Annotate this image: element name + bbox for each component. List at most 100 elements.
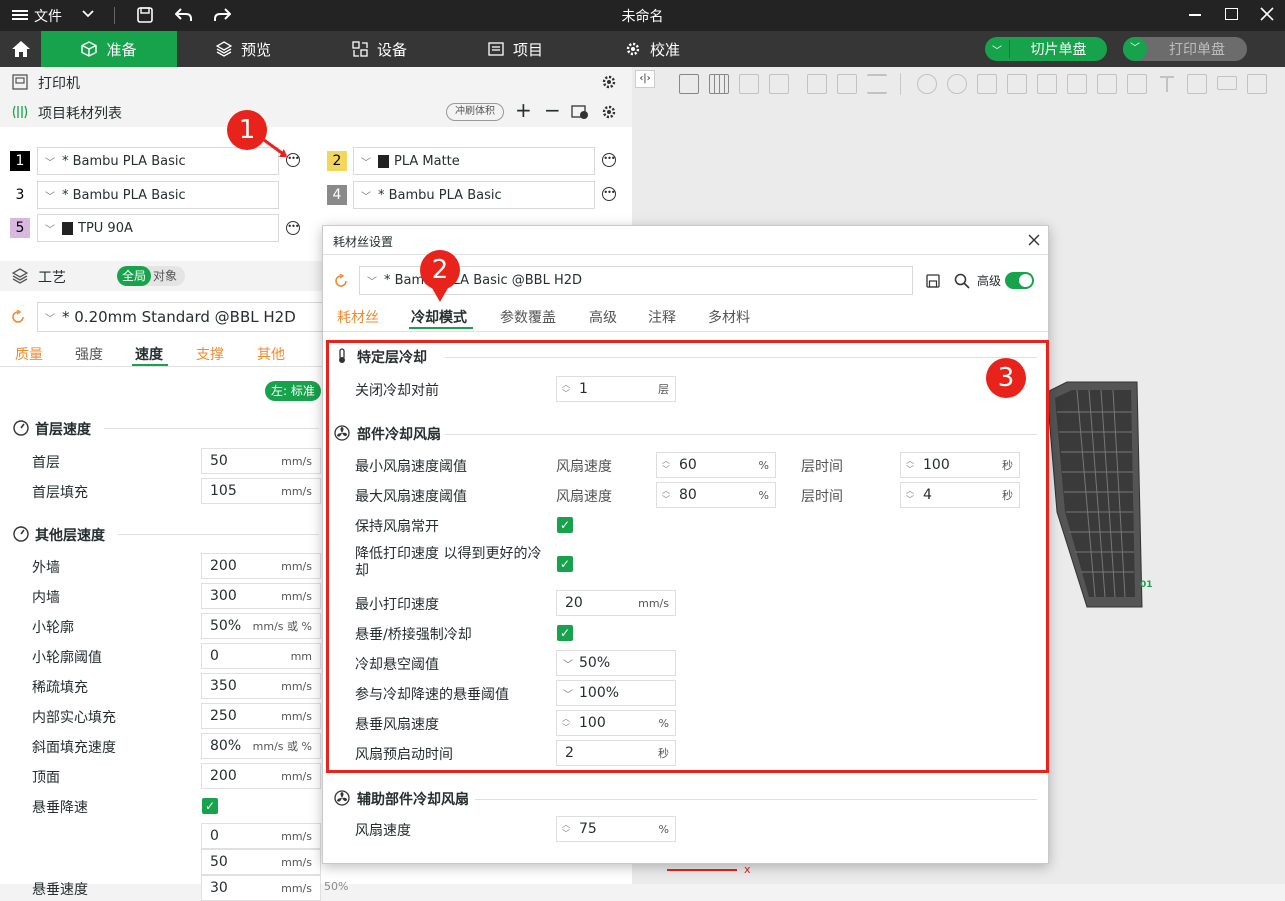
file-menu[interactable]: 文件 <box>34 6 62 26</box>
tab-cooling[interactable]: 冷却模式 <box>411 307 467 327</box>
tab-device[interactable]: 设备 <box>352 31 407 67</box>
slice-plate-button[interactable]: ﹀ 切片单盘 <box>985 37 1107 61</box>
tab-setting-overrides[interactable]: 参数覆盖 <box>500 307 556 327</box>
advanced-toggle[interactable] <box>1005 272 1034 289</box>
min-print-speed-input[interactable]: 20 mm/s <box>556 590 676 616</box>
object-toggle[interactable]: 对象 <box>153 266 177 286</box>
close-icon[interactable] <box>1260 7 1274 21</box>
search-icon[interactable] <box>954 273 970 289</box>
remove-icon[interactable]: − <box>544 98 561 122</box>
rotate-icon[interactable] <box>947 74 967 94</box>
chevron-down-icon[interactable] <box>82 9 94 19</box>
print-plate-button[interactable]: ﹀ 打印单盘 <box>1123 37 1247 61</box>
overhang-fan-speed-input[interactable]: ︿ ﹀ 100% <box>556 710 676 736</box>
overhang-threshold-select[interactable]: ﹀ 50% <box>556 650 676 676</box>
fan-prestart-time-input[interactable]: 2秒 <box>556 740 676 766</box>
outer-wall-input[interactable]: 200 mm/s <box>201 553 321 579</box>
orient-icon[interactable] <box>739 74 759 94</box>
maximize-icon[interactable] <box>1225 8 1238 20</box>
tab-multimaterial[interactable]: 多材料 <box>708 307 750 327</box>
cut-icon[interactable] <box>1037 74 1057 94</box>
add-icon[interactable]: + <box>515 98 532 122</box>
chevron-down-icon[interactable]: ﹀ <box>985 42 1009 57</box>
arrange-icon[interactable] <box>769 74 789 94</box>
keep-fan-on-checkbox[interactable]: ✓ <box>557 517 573 533</box>
collapse-sidebar-icon[interactable]: ‹|› <box>635 70 655 88</box>
tab-project[interactable]: 项目 <box>488 31 543 67</box>
assembly-icon[interactable] <box>1247 74 1267 94</box>
redo-icon[interactable] <box>213 7 231 23</box>
undo-icon[interactable] <box>175 7 193 23</box>
close-icon[interactable] <box>1028 234 1040 246</box>
move-icon[interactable] <box>917 74 937 94</box>
tab-speed[interactable]: 速度 <box>135 344 163 364</box>
overhang-slowdown-checkbox[interactable]: ✓ <box>202 798 218 814</box>
seam-paint-icon[interactable] <box>1127 74 1147 94</box>
small-perimeter-input[interactable]: 50% mm/s 或 % <box>201 613 321 639</box>
gap-infill-input[interactable]: 80% mm/s 或 % <box>201 733 321 759</box>
tab-filament[interactable]: 耗材丝 <box>337 307 379 327</box>
sync-icon[interactable] <box>571 104 589 120</box>
reset-icon[interactable] <box>11 310 25 324</box>
sparse-infill-input[interactable]: 350 mm/s <box>201 673 321 699</box>
small-perimeter-threshold-input[interactable]: 0 mm <box>201 643 321 669</box>
tab-quality[interactable]: 质量 <box>15 344 43 364</box>
filament-slot-3[interactable]: 3 <box>10 185 30 205</box>
gear-icon[interactable] <box>601 74 617 90</box>
lay-on-face-icon[interactable] <box>1007 74 1027 94</box>
measure-icon[interactable] <box>1217 76 1237 90</box>
filament-slot-4[interactable]: 4 <box>327 185 347 205</box>
save-icon[interactable] <box>926 274 940 288</box>
internal-solid-infill-input[interactable]: 250 mm/s <box>201 703 321 729</box>
filament-slot-1[interactable]: 1 <box>10 151 30 171</box>
save-icon[interactable] <box>137 7 153 23</box>
reset-icon[interactable] <box>334 274 348 288</box>
plate-grid-icon[interactable] <box>709 74 729 94</box>
overhang-speed-input[interactable]: 30 mm/s <box>201 875 321 901</box>
tab-support[interactable]: 支撑 <box>196 344 224 364</box>
tab-calibration[interactable]: 校准 <box>625 31 680 67</box>
overhang-speed-input[interactable]: 50 mm/s <box>201 849 321 875</box>
tab-preview[interactable]: 预览 <box>216 31 271 67</box>
max-fan-layer-time-input[interactable]: ︿ ﹀ 4 秒 <box>900 482 1020 508</box>
chevron-down-icon[interactable]: ﹀ <box>1123 37 1147 61</box>
more-icon[interactable]: ••• <box>602 153 616 167</box>
overhang-speed-input[interactable]: 0 mm/s <box>201 823 321 849</box>
home-icon[interactable] <box>0 31 41 67</box>
top-surface-input[interactable]: 200 mm/s <box>201 763 321 789</box>
first-layer-infill-input[interactable]: 105 mm/s <box>201 478 321 504</box>
flush-volume-button[interactable]: 冲刷体积 <box>446 103 504 121</box>
tab-advanced[interactable]: 高级 <box>589 307 617 327</box>
filament-select-2[interactable]: ﹀ PLA Matte <box>353 147 595 175</box>
tab-others[interactable]: 其他 <box>257 344 285 364</box>
mesh-boolean-icon[interactable] <box>1067 74 1087 94</box>
minimize-icon[interactable] <box>1189 14 1201 16</box>
text-icon[interactable] <box>1157 74 1177 94</box>
layers-icon[interactable] <box>867 74 887 94</box>
filament-select-4[interactable]: ﹀ * Bambu PLA Basic <box>353 181 595 209</box>
global-toggle[interactable]: 全局 <box>117 266 151 286</box>
process-preset-select[interactable]: ﹀ * 0.20mm Standard @BBL H2D <box>37 302 327 332</box>
aux-fan-speed-input[interactable]: ︿ ﹀ 75% <box>556 816 676 842</box>
color-paint-icon[interactable] <box>1187 74 1207 94</box>
hamburger-icon[interactable] <box>12 7 28 23</box>
extruder-badge[interactable]: 左: 标准 <box>265 381 321 401</box>
force-overhang-cooling-checkbox[interactable]: ✓ <box>557 625 573 641</box>
close-fan-first-layers-input[interactable]: ︿ ﹀ 1 层 <box>556 376 676 402</box>
tab-notes[interactable]: 注释 <box>648 307 676 327</box>
overhang-slowdown-threshold-select[interactable]: ﹀ 100% <box>556 680 676 706</box>
add-object-icon[interactable] <box>679 74 699 94</box>
inner-wall-input[interactable]: 300 mm/s <box>201 583 321 609</box>
tab-prepare[interactable]: 准备 <box>41 31 177 67</box>
filament-slot-5[interactable]: 5 <box>10 218 30 238</box>
max-fan-speed-input[interactable]: ︿ ﹀ 80% <box>656 482 776 508</box>
split-parts-icon[interactable] <box>837 74 857 94</box>
filament-select-3[interactable]: ﹀ * Bambu PLA Basic <box>37 181 279 209</box>
filament-select-1[interactable]: ﹀ * Bambu PLA Basic <box>37 147 279 175</box>
min-fan-layer-time-input[interactable]: ︿ ﹀ 100 秒 <box>900 452 1020 478</box>
support-paint-icon[interactable] <box>1097 74 1117 94</box>
slow-down-for-cooling-checkbox[interactable]: ✓ <box>557 556 573 572</box>
gear-icon[interactable] <box>601 104 617 120</box>
split-objects-icon[interactable] <box>807 74 827 94</box>
first-layer-speed-input[interactable]: 50 mm/s <box>201 448 321 474</box>
